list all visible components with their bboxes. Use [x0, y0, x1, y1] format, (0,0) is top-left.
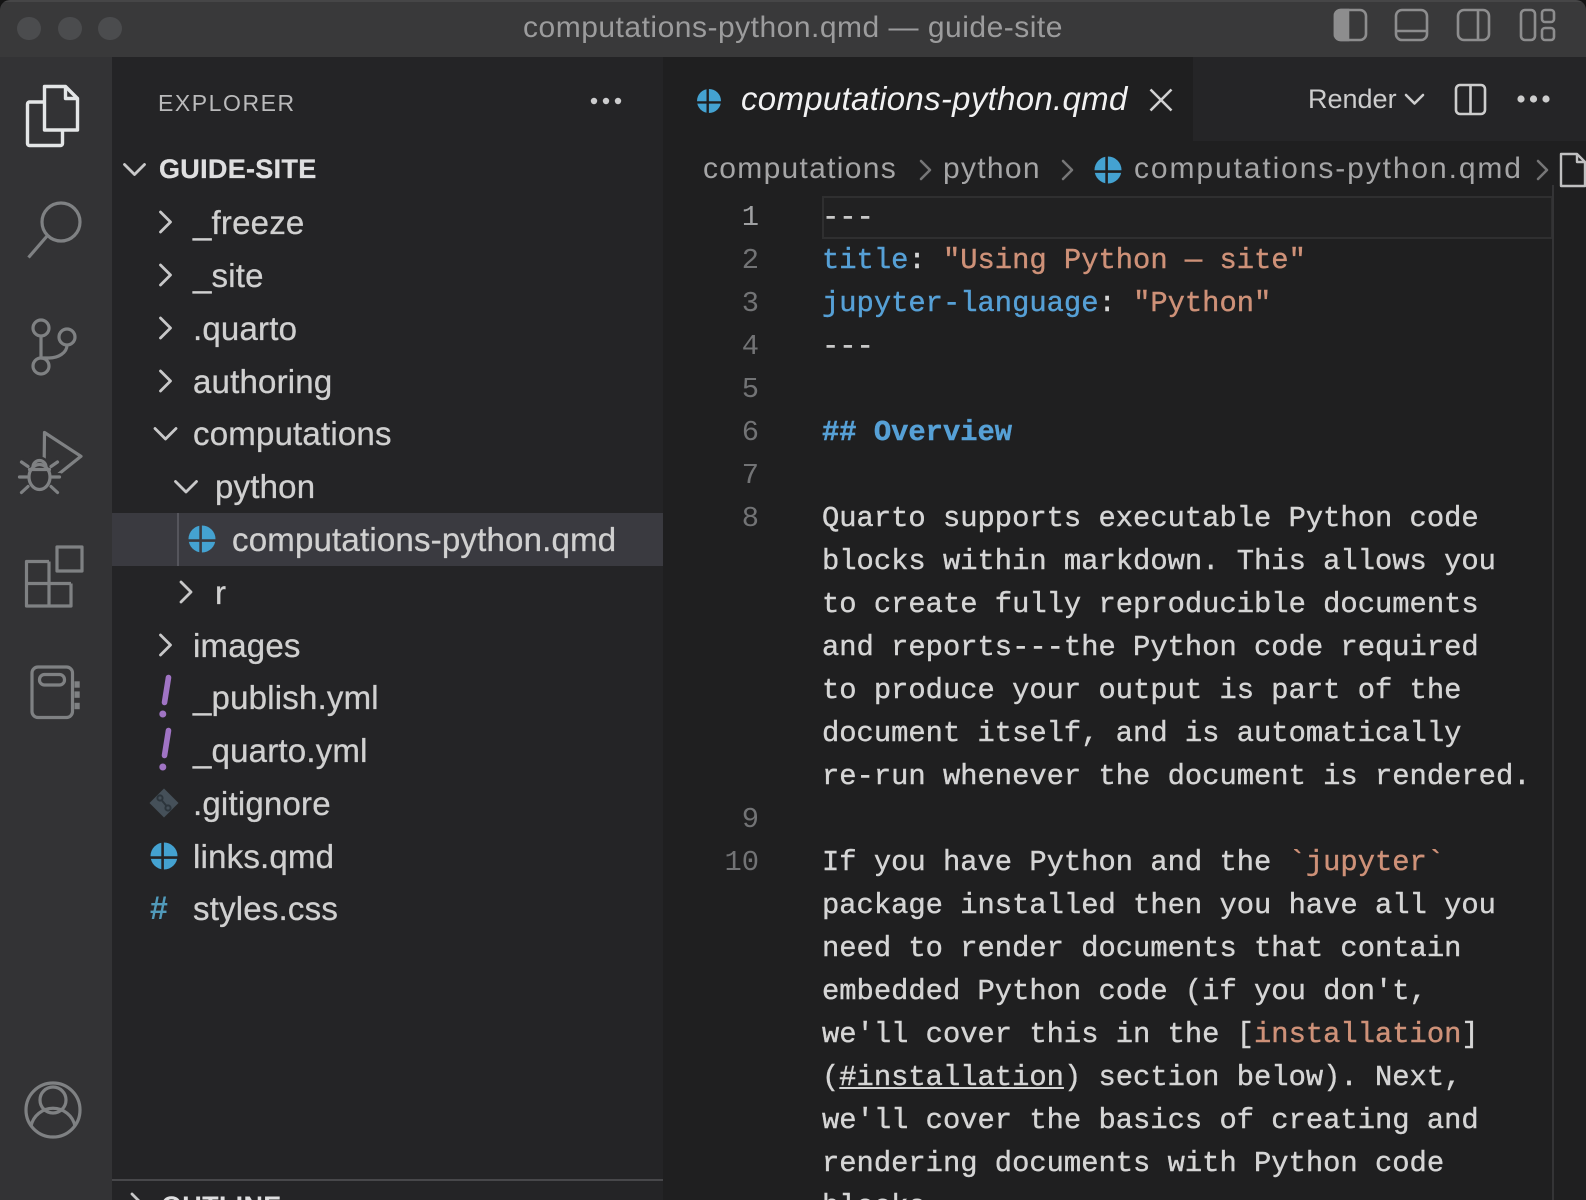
svg-text:#: #: [150, 890, 168, 926]
